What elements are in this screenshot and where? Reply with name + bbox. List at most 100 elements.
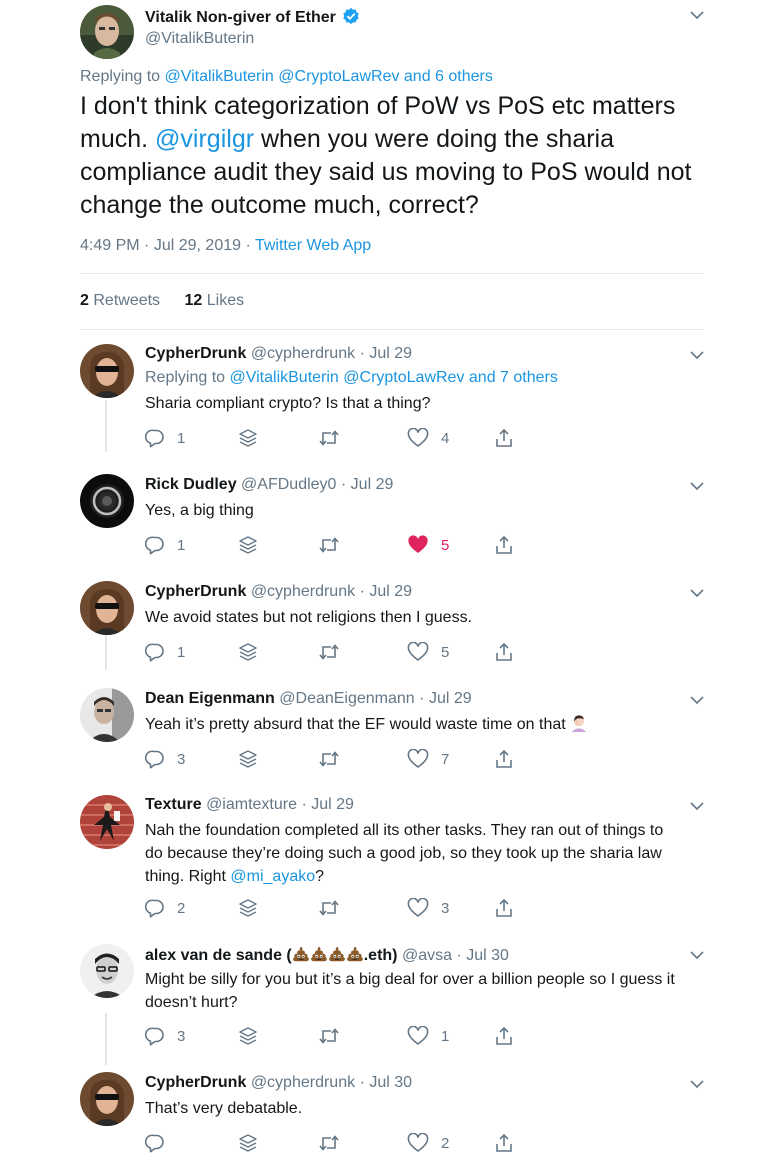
tweet-timestamp: 4:49 PM · Jul 29, 2019 · Twitter Web App bbox=[80, 237, 372, 254]
reply-button[interactable]: 1 bbox=[145, 535, 185, 555]
chevron-down-icon[interactable] bbox=[690, 801, 704, 811]
author-handle[interactable]: @avsa bbox=[402, 947, 452, 964]
author-handle[interactable]: @cypherdrunk bbox=[251, 583, 355, 600]
retweets-stat[interactable]: 2 Retweets bbox=[80, 292, 160, 309]
reply-button[interactable]: 3 bbox=[145, 749, 185, 769]
reply-date[interactable]: Jul 29 bbox=[351, 476, 394, 493]
reply-header: CypherDrunk @cypherdrunk · Jul 29 bbox=[145, 345, 413, 362]
mention-link[interactable]: @CryptoLawRev bbox=[343, 369, 464, 386]
avatar[interactable] bbox=[80, 5, 134, 59]
reply-button[interactable]: 2 bbox=[145, 898, 185, 918]
share-button[interactable] bbox=[494, 898, 514, 918]
pile-of-poo-emoji bbox=[328, 945, 346, 963]
like-button[interactable]: 1 bbox=[407, 1026, 449, 1046]
share-button[interactable] bbox=[494, 642, 514, 662]
tweet-text: I don't think categorization of PoW vs P… bbox=[80, 92, 692, 219]
layers-button[interactable] bbox=[238, 535, 258, 555]
avatar[interactable] bbox=[80, 474, 134, 528]
retweet-button[interactable] bbox=[318, 1133, 340, 1153]
reply-date[interactable]: Jul 29 bbox=[311, 796, 354, 813]
reply-button[interactable] bbox=[145, 1133, 165, 1153]
layers-button[interactable] bbox=[238, 1026, 258, 1046]
mention-link[interactable]: @CryptoLawRev bbox=[278, 68, 399, 85]
reply-text: We avoid states but not religions then I… bbox=[145, 609, 473, 626]
author-handle[interactable]: @VitalikButerin bbox=[145, 30, 254, 48]
author-name[interactable]: CypherDrunk bbox=[145, 345, 246, 362]
reply-date[interactable]: Jul 30 bbox=[466, 947, 509, 964]
chevron-down-icon[interactable] bbox=[690, 10, 704, 20]
divider bbox=[80, 273, 704, 274]
retweet-button[interactable] bbox=[318, 428, 340, 448]
avatar[interactable] bbox=[80, 1072, 134, 1126]
layers-button[interactable] bbox=[238, 642, 258, 662]
reply-header: Texture @iamtexture · Jul 29 bbox=[145, 796, 354, 813]
reply-button[interactable]: 3 bbox=[145, 1026, 185, 1046]
author-handle[interactable]: @iamtexture bbox=[206, 796, 297, 813]
author-name[interactable]: Texture bbox=[145, 796, 202, 813]
likes-stat[interactable]: 12 Likes bbox=[185, 292, 245, 309]
author-name[interactable]: CypherDrunk bbox=[145, 583, 246, 600]
layers-icon bbox=[238, 428, 258, 448]
reply-date[interactable]: Jul 29 bbox=[429, 690, 472, 707]
chevron-down-icon[interactable] bbox=[690, 481, 704, 491]
avatar[interactable] bbox=[80, 795, 134, 849]
like-button[interactable]: 5 bbox=[407, 642, 449, 662]
retweet-button[interactable] bbox=[318, 749, 340, 769]
author-handle[interactable]: @AFDudley0 bbox=[241, 476, 336, 493]
retweet-button[interactable] bbox=[318, 642, 340, 662]
like-button[interactable]: 2 bbox=[407, 1133, 449, 1153]
author-handle[interactable]: @DeanEigenmann bbox=[279, 690, 414, 707]
retweet-button[interactable] bbox=[318, 898, 340, 918]
author-name[interactable]: Dean Eigenmann bbox=[145, 690, 275, 707]
share-button[interactable] bbox=[494, 749, 514, 769]
others-link[interactable]: and 6 others bbox=[404, 68, 493, 85]
avatar[interactable] bbox=[80, 944, 134, 998]
reply-date[interactable]: Jul 29 bbox=[369, 345, 412, 362]
tweet-source[interactable]: Twitter Web App bbox=[255, 237, 371, 254]
chevron-down-icon[interactable] bbox=[690, 695, 704, 705]
author-name[interactable]: Rick Dudley bbox=[145, 476, 237, 493]
chevron-down-icon[interactable] bbox=[690, 588, 704, 598]
share-button[interactable] bbox=[494, 1133, 514, 1153]
reply-text: Yes, a big thing bbox=[145, 502, 254, 519]
chevron-down-icon[interactable] bbox=[690, 1079, 704, 1089]
reply-date[interactable]: Jul 30 bbox=[369, 1074, 412, 1091]
share-button[interactable] bbox=[494, 1026, 514, 1046]
like-button[interactable]: 3 bbox=[407, 898, 449, 918]
retweet-button[interactable] bbox=[318, 535, 340, 555]
mention-link[interactable]: @mi_ayako bbox=[230, 868, 315, 885]
layers-button[interactable] bbox=[238, 749, 258, 769]
others-link[interactable]: and 7 others bbox=[469, 369, 558, 386]
tweet-date[interactable]: Jul 29, 2019 bbox=[154, 237, 241, 254]
author-name[interactable]: alex van de sande (.eth) bbox=[145, 947, 398, 964]
retweet-button[interactable] bbox=[318, 1026, 340, 1046]
mention-link[interactable]: @virgilgr bbox=[155, 125, 254, 153]
like-button[interactable]: 4 bbox=[407, 428, 449, 448]
chevron-down-icon[interactable] bbox=[690, 350, 704, 360]
share-button[interactable] bbox=[494, 428, 514, 448]
avatar[interactable] bbox=[80, 688, 134, 742]
facepalm-emoji bbox=[571, 715, 587, 732]
layers-button[interactable] bbox=[238, 1133, 258, 1153]
heart-icon bbox=[407, 1133, 429, 1153]
like-button[interactable]: 7 bbox=[407, 749, 449, 769]
like-button-liked[interactable]: 5 bbox=[407, 535, 449, 555]
reply-button[interactable]: 1 bbox=[145, 428, 185, 448]
author-name[interactable]: CypherDrunk bbox=[145, 1074, 246, 1091]
mention-link[interactable]: @VitalikButerin bbox=[165, 68, 274, 85]
author-handle[interactable]: @cypherdrunk bbox=[251, 345, 355, 362]
author-handle[interactable]: @cypherdrunk bbox=[251, 1074, 355, 1091]
retweet-icon bbox=[318, 1026, 340, 1046]
chevron-down-icon[interactable] bbox=[690, 950, 704, 960]
avatar[interactable] bbox=[80, 344, 134, 398]
reply-date[interactable]: Jul 29 bbox=[369, 583, 412, 600]
layers-button[interactable] bbox=[238, 428, 258, 448]
reply-bubble-icon bbox=[145, 898, 165, 918]
author-name[interactable]: Vitalik Non-giver of Ether bbox=[145, 7, 360, 27]
mention-link[interactable]: @VitalikButerin bbox=[230, 369, 339, 386]
layers-button[interactable] bbox=[238, 898, 258, 918]
avatar[interactable] bbox=[80, 581, 134, 635]
reply-button[interactable]: 1 bbox=[145, 642, 185, 662]
tweet-time[interactable]: 4:49 PM bbox=[80, 237, 140, 254]
share-button[interactable] bbox=[494, 535, 514, 555]
